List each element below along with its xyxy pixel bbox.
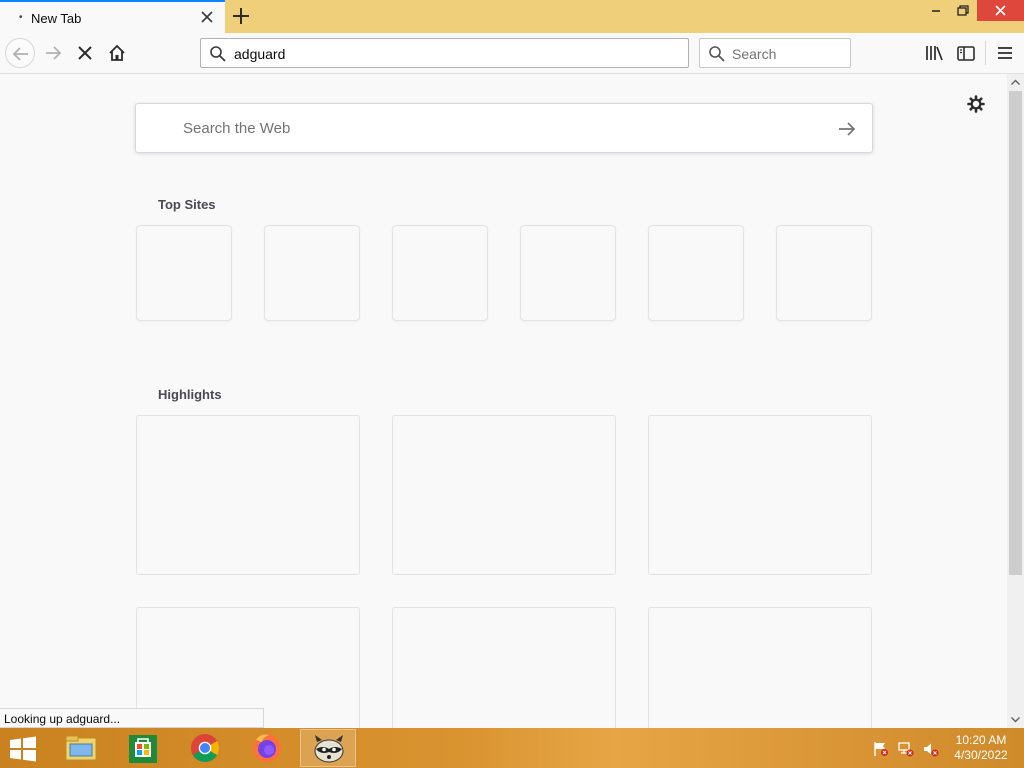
highlight-card[interactable]: [392, 607, 616, 728]
vertical-scrollbar[interactable]: [1007, 74, 1024, 728]
stop-x-icon: [78, 46, 92, 60]
web-search-box[interactable]: Search the Web: [135, 103, 873, 153]
forward-button[interactable]: [38, 38, 68, 68]
home-icon: [109, 44, 125, 61]
top-site-tile[interactable]: [264, 225, 360, 321]
taskbar-file-explorer[interactable]: [54, 729, 110, 767]
file-explorer-icon: [65, 735, 97, 761]
search-box[interactable]: Search: [699, 38, 851, 68]
sidebar-toggle-icon[interactable]: [955, 42, 977, 64]
new-tab-plus-icon[interactable]: [229, 4, 253, 28]
forward-arrow-icon: [46, 46, 62, 60]
windows-start-icon[interactable]: [8, 736, 38, 762]
search-icon: [210, 46, 226, 62]
network-icon[interactable]: [897, 740, 915, 758]
restore-window-icon[interactable]: [944, 0, 980, 22]
raccoon-app-icon: [314, 735, 344, 763]
status-panel: Looking up adguard...: [0, 708, 264, 728]
tab-title: New Tab: [31, 11, 82, 26]
close-window-icon: [995, 5, 1006, 16]
tab-new-tab[interactable]: • New Tab: [0, 0, 225, 33]
address-bar-text[interactable]: adguard: [234, 46, 285, 62]
close-tab-icon[interactable]: [198, 8, 216, 26]
firefox-icon: [253, 734, 281, 762]
highlight-card[interactable]: [648, 607, 872, 728]
settings-gear-icon[interactable]: [966, 94, 986, 114]
back-button[interactable]: [5, 38, 35, 68]
search-box-placeholder: Search: [732, 46, 777, 62]
tab-strip: • New Tab: [0, 0, 1024, 33]
top-site-tile[interactable]: [776, 225, 872, 321]
volume-muted-icon[interactable]: [922, 740, 940, 758]
action-center-flag-icon[interactable]: [872, 740, 890, 758]
highlight-card[interactable]: [392, 415, 616, 575]
top-site-tile[interactable]: [520, 225, 616, 321]
taskbar-store[interactable]: [115, 729, 171, 767]
clock-date: 4/30/2022: [954, 748, 1008, 762]
loading-dot-icon: •: [19, 12, 23, 23]
clock-time: 10:20 AM: [955, 733, 1007, 747]
top-site-tile[interactable]: [648, 225, 744, 321]
library-icon[interactable]: [923, 42, 945, 64]
address-bar[interactable]: adguard: [200, 38, 689, 68]
scrollbar-thumb[interactable]: [1009, 91, 1022, 575]
system-clock[interactable]: 10:20 AM 4/30/2022: [948, 733, 1014, 763]
chrome-icon: [191, 734, 219, 762]
search-submit-arrow-icon[interactable]: [836, 119, 858, 139]
top-site-tile[interactable]: [392, 225, 488, 321]
hamburger-menu-icon[interactable]: [994, 42, 1016, 64]
taskbar-chrome[interactable]: [177, 729, 233, 767]
web-search-placeholder: Search the Web: [183, 120, 291, 137]
store-bag-icon: [129, 735, 157, 763]
search-icon: [709, 46, 725, 62]
highlights-heading: Highlights: [158, 387, 222, 402]
taskbar: 10:20 AM 4/30/2022: [0, 728, 1024, 768]
scroll-down-arrow-icon[interactable]: [1007, 711, 1024, 728]
highlight-card[interactable]: [136, 415, 360, 575]
back-arrow-icon: [12, 47, 28, 61]
home-button[interactable]: [102, 38, 132, 68]
toolbar-separator: [985, 41, 986, 65]
stop-button[interactable]: [70, 38, 100, 68]
navigation-toolbar: adguard Search: [0, 33, 1024, 74]
top-site-tile[interactable]: [136, 225, 232, 321]
taskbar-firefox[interactable]: [239, 729, 295, 767]
scroll-up-arrow-icon[interactable]: [1007, 74, 1024, 91]
new-tab-page: Search the Web Top Sites Highlights: [0, 74, 1007, 728]
taskbar-raccoon-app[interactable]: [300, 729, 356, 767]
highlight-card[interactable]: [648, 415, 872, 575]
close-window-button[interactable]: [977, 0, 1024, 21]
top-sites-heading: Top Sites: [158, 197, 216, 212]
